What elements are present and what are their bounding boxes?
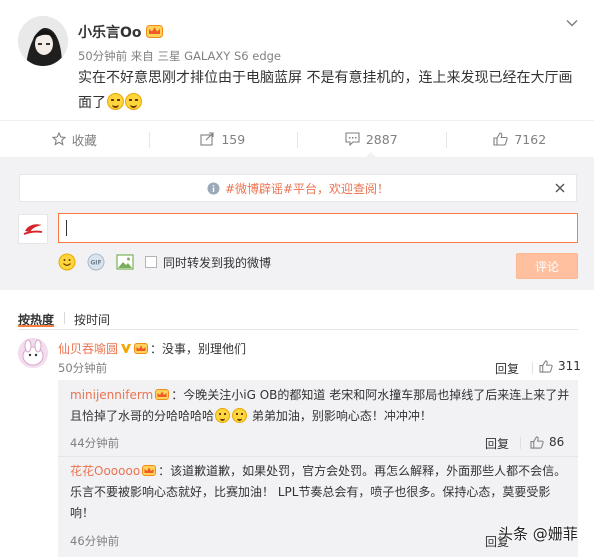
chevron-down-icon[interactable] [565, 16, 579, 30]
user-avatar[interactable] [18, 16, 68, 66]
composer-tools: GIF 同时转发到我的微博 [58, 252, 271, 272]
thumbs-up-icon [493, 132, 509, 146]
reply-like-count: 86 [549, 435, 565, 449]
reply-item: minijenniferm ：今晚关注小iG OB的都知道 老宋和阿水撞车那局也掉… [70, 385, 570, 427]
image-upload-icon[interactable] [116, 253, 134, 271]
repost-button[interactable]: 159 [148, 121, 298, 157]
reply-text: ：今晚关注小iG OB的都知道 老宋和阿水撞车那局也掉线了后来连上来了并 [171, 388, 570, 402]
comment-composer: #微博辟谣#平台，欢迎查阅！ GIF 同时转发到我的微博 评论 [0, 158, 594, 290]
gif-icon[interactable]: GIF [87, 253, 105, 271]
vip-crown-icon [142, 465, 157, 476]
comment-like-button[interactable]: 311 [539, 359, 581, 373]
reply-text: 且恰掉了水哥的分哈哈哈哈 [70, 409, 215, 423]
commenter-name[interactable]: 仙贝吞喻圆 [58, 342, 118, 356]
rumor-notice-banner: #微博辟谣#平台，欢迎查阅！ [19, 174, 577, 202]
grin-emoji-icon [215, 408, 231, 423]
thumbs-up-icon [530, 435, 544, 449]
close-icon[interactable] [554, 182, 566, 194]
reply-time: 46分钟前 [70, 534, 120, 548]
weibo-post: 小乐言Oo 50分钟前 来自 三星 GALAXY S6 edge 实在不好意思刚… [0, 0, 594, 120]
grin-emoji-icon [107, 93, 124, 110]
replier-name[interactable]: minijenniferm [70, 388, 153, 402]
svg-text:GIF: GIF [90, 260, 101, 267]
reply-button[interactable]: 回复 [485, 435, 509, 452]
submit-comment-button[interactable]: 评论 [516, 253, 578, 279]
favorite-label: 收藏 [71, 132, 97, 148]
rumor-platform-link[interactable]: #微博辟谣#平台，欢迎查阅！ [225, 180, 389, 197]
post-body: 实在不好意思刚才排位由于电脑蓝屏 不是有意挂机的，连上来发现已经在大厅画面了 [78, 70, 573, 111]
vip-crown-icon[interactable] [146, 23, 163, 38]
commenter-avatar[interactable] [18, 338, 48, 368]
comment-icon [345, 132, 360, 146]
comment-button[interactable]: 2887 [297, 121, 446, 158]
comment-text: ：没事，别理他们 [150, 342, 247, 356]
grin-emoji-icon [232, 408, 248, 423]
text-caret [66, 220, 67, 236]
comment-line: 仙贝吞喻圆 ：没事，别理他们 [58, 340, 578, 358]
reply-text: ：该道歉道歉，如果处罚，官方会处罚。再怎么解释，外面那些人都不会信。 [158, 464, 567, 478]
forward-checkbox[interactable] [145, 256, 157, 268]
grin-emoji-icon [125, 93, 142, 110]
post-text: 实在不好意思刚才排位由于电脑蓝屏 不是有意挂机的，连上来发现已经在大厅画面了 [78, 66, 578, 116]
divider [58, 456, 578, 457]
tab-divider [64, 312, 65, 324]
vip-crown-icon [134, 343, 149, 354]
star-icon [51, 132, 66, 146]
replier-name[interactable]: 花花Oooooo [70, 464, 140, 478]
reply-like-button[interactable]: 86 [530, 435, 564, 449]
comment-count: 2887 [365, 131, 398, 147]
info-icon [207, 182, 220, 194]
comment-item: 仙贝吞喻圆 ：没事，别理他们 50分钟前 回复 311 [18, 338, 581, 378]
comment-input[interactable] [58, 213, 578, 243]
reply-text: 响！ [70, 506, 95, 520]
thumbs-up-icon [539, 359, 553, 373]
divider [18, 329, 578, 330]
emoji-picker-icon[interactable] [58, 253, 76, 271]
forward-label: 同时转发到我的微博 [163, 255, 272, 270]
like-count: 7162 [514, 131, 547, 147]
favorite-button[interactable]: 收藏 [0, 121, 149, 157]
like-button[interactable]: 7162 [445, 121, 594, 157]
active-tab-indicator [18, 325, 54, 327]
action-divider [532, 362, 533, 374]
post-action-bar: 收藏 159 2887 7162 [0, 120, 594, 158]
reply-button[interactable]: 回复 [495, 360, 519, 377]
watermark: 头条 @姗菲 [498, 525, 578, 543]
post-meta: 50分钟前 来自 三星 GALAXY S6 edge [78, 49, 281, 63]
repost-count: 159 [221, 131, 246, 147]
comment-like-count: 311 [558, 359, 581, 373]
comment-time: 50分钟前 [58, 361, 108, 375]
reply-text: 弟弟加油，别影响心态！冲冲冲！ [251, 409, 432, 423]
share-icon [200, 132, 214, 146]
reply-time: 44分钟前 [70, 436, 120, 450]
verified-v-icon [121, 344, 132, 353]
reply-item: 花花Oooooo ：该道歉道歉，如果处罚，官方会处罚。再怎么解释，外面那些人都不会… [70, 461, 570, 524]
tab-sort-time[interactable]: 按时间 [74, 311, 110, 328]
my-avatar[interactable] [18, 214, 48, 244]
post-username[interactable]: 小乐言Oo [78, 22, 142, 42]
reply-text: 乐言不要被影响心态就好，比赛加油！ LPL节奏总会有，喷子也很多。保持心态，莫要… [70, 485, 551, 499]
vip-crown-icon [155, 389, 170, 400]
action-divider [520, 437, 521, 449]
